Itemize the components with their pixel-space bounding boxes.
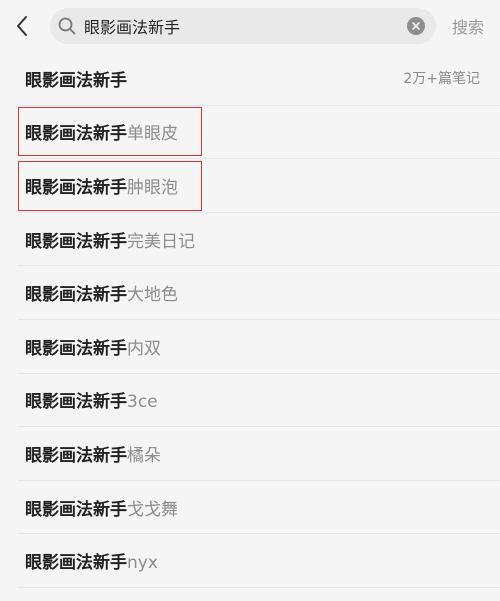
suggestion-suffix: 橘朵 [127, 445, 161, 466]
suggestion-suffix: 单眼皮 [127, 124, 178, 145]
suggestion-query: 眼影画法新手 [25, 553, 127, 574]
suggestion-item[interactable]: 眼影画法新手戈戈舞 [18, 481, 500, 535]
suggestion-suffix: 完美日记 [127, 231, 195, 252]
suggestion-list: 眼影画法新手 2万+篇笔记 眼影画法新手单眼皮 眼影画法新手肿眼泡 眼影画法新手… [0, 52, 500, 588]
suggestion-item[interactable]: 眼影画法新手肿眼泡 [18, 159, 500, 213]
suggestion-query: 眼影画法新手 [25, 231, 127, 252]
suggestion-suffix: 肿眼泡 [127, 177, 178, 198]
suggestion-query: 眼影画法新手 [25, 392, 127, 413]
suggestion-item[interactable]: 眼影画法新手3ce [18, 374, 500, 428]
suggestion-query: 眼影画法新手 [25, 124, 127, 145]
chevron-left-icon [17, 16, 27, 36]
suggestion-text: 眼影画法新手3ce [25, 387, 158, 412]
suggestion-item[interactable]: 眼影画法新手大地色 [18, 266, 500, 320]
suggestion-query: 眼影画法新手 [25, 338, 127, 359]
search-box[interactable] [50, 8, 436, 44]
suggestion-query: 眼影画法新手 [25, 445, 127, 466]
suggestion-item[interactable]: 眼影画法新手 2万+篇笔记 [18, 52, 500, 106]
suggestion-query: 眼影画法新手 [25, 177, 127, 198]
suggestion-item[interactable]: 眼影画法新手内双 [18, 320, 500, 374]
suggestion-query: 眼影画法新手 [25, 285, 127, 306]
suggestion-suffix: 戈戈舞 [127, 499, 178, 520]
suggestion-query: 眼影画法新手 [25, 70, 127, 91]
clear-icon[interactable] [407, 17, 425, 35]
suggestion-suffix: 3ce [127, 392, 158, 413]
top-bar: 搜索 [0, 0, 500, 52]
suggestion-text: 眼影画法新手 [25, 66, 127, 91]
suggestion-text: 眼影画法新手戈戈舞 [25, 495, 178, 520]
search-icon [58, 17, 76, 35]
suggestion-text: 眼影画法新手nyx [25, 548, 158, 573]
suggestion-suffix: nyx [127, 553, 158, 574]
suggestion-query: 眼影画法新手 [25, 499, 127, 520]
suggestion-item[interactable]: 眼影画法新手nyx [18, 534, 500, 588]
suggestion-suffix: 内双 [127, 338, 161, 359]
suggestion-text: 眼影画法新手内双 [25, 334, 161, 359]
suggestion-text: 眼影画法新手单眼皮 [25, 119, 178, 144]
note-count: 2万+篇笔记 [403, 71, 480, 88]
suggestion-text: 眼影画法新手橘朵 [25, 441, 161, 466]
suggestion-text: 眼影画法新手大地色 [25, 280, 178, 305]
suggestion-item[interactable]: 眼影画法新手橘朵 [18, 427, 500, 481]
suggestion-text: 眼影画法新手完美日记 [25, 227, 195, 252]
search-button[interactable]: 搜索 [452, 14, 484, 38]
search-input[interactable] [84, 8, 402, 44]
back-button[interactable] [6, 10, 38, 42]
suggestion-suffix: 大地色 [127, 285, 178, 306]
suggestion-text: 眼影画法新手肿眼泡 [25, 173, 178, 198]
suggestion-item[interactable]: 眼影画法新手单眼皮 [18, 106, 500, 160]
suggestion-item[interactable]: 眼影画法新手完美日记 [18, 213, 500, 267]
